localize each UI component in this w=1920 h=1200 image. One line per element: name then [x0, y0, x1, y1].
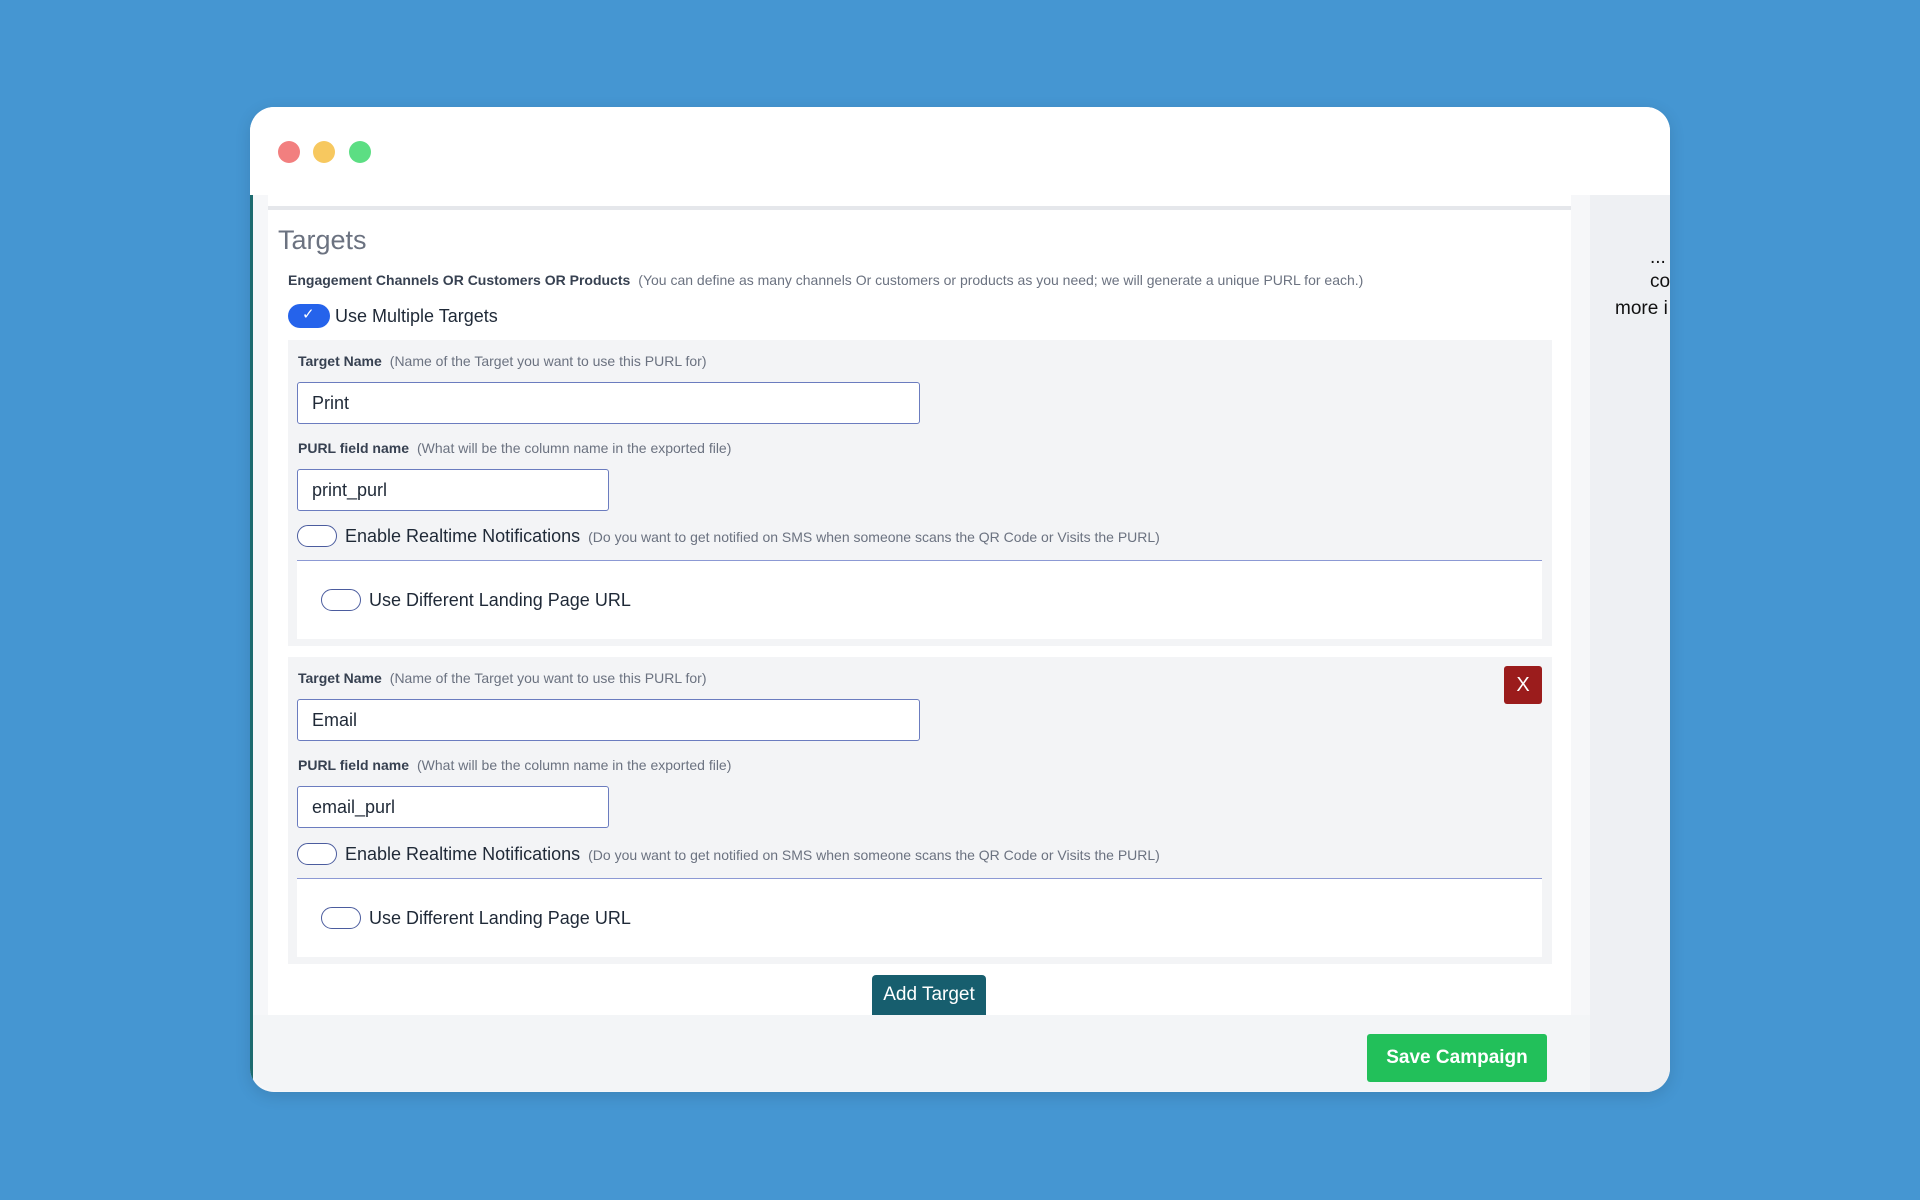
right-panel-line-2: co — [1650, 271, 1670, 292]
realtime-notifications-text: Enable Realtime Notifications — [345, 844, 581, 864]
title-bar — [250, 107, 1670, 195]
purl-field-label: PURL field name (What will be the column … — [298, 757, 731, 773]
target-name-input[interactable] — [297, 382, 920, 424]
check-icon: ✓ — [302, 305, 315, 323]
realtime-notifications-label: Enable Realtime Notifications (Do you wan… — [345, 844, 1160, 865]
target-name-label-text: Target Name — [298, 353, 382, 369]
realtime-notifications-hint: (Do you want to get notified on SMS when… — [588, 847, 1160, 863]
purl-field-label: PURL field name (What will be the column … — [298, 440, 731, 456]
realtime-notifications-text: Enable Realtime Notifications — [345, 526, 581, 546]
purl-field-hint: (What will be the column name in the exp… — [417, 440, 732, 456]
purl-field-input[interactable] — [297, 469, 609, 511]
purl-field-label-text: PURL field name — [298, 440, 409, 456]
card-top-rule — [268, 206, 1571, 210]
left-border — [250, 195, 253, 1092]
use-multiple-targets-label: Use Multiple Targets — [335, 306, 498, 326]
landing-page-box: Use Different Landing Page URL — [297, 878, 1542, 957]
save-campaign-button[interactable]: Save Campaign — [1367, 1034, 1547, 1082]
right-panel-line-1: ... — [1650, 247, 1666, 268]
realtime-notifications-hint: (Do you want to get notified on SMS when… — [588, 529, 1160, 545]
remove-target-button[interactable]: X — [1504, 666, 1542, 704]
right-panel-line-3: more i — [1615, 298, 1668, 319]
landing-page-box: Use Different Landing Page URL — [297, 560, 1542, 639]
target-block-2: Target Name (Name of the Target you want … — [288, 657, 1552, 964]
target-name-label-text: Target Name — [298, 670, 382, 686]
realtime-notifications-label: Enable Realtime Notifications (Do you wan… — [345, 526, 1160, 547]
purl-field-input[interactable] — [297, 786, 609, 828]
target-block-1: Target Name (Name of the Target you want … — [288, 340, 1552, 646]
different-landing-page-label: Use Different Landing Page URL — [369, 908, 631, 928]
different-landing-page-toggle[interactable] — [321, 907, 361, 929]
target-name-label: Target Name (Name of the Target you want … — [298, 670, 706, 686]
use-multiple-targets-toggle[interactable]: ✓ — [288, 304, 330, 328]
targets-section-label: Engagement Channels OR Customers OR Prod… — [288, 272, 1363, 288]
target-name-hint: (Name of the Target you want to use this… — [389, 353, 707, 369]
section-label-text: Engagement Channels OR Customers OR Prod… — [288, 272, 631, 288]
close-window-button[interactable] — [278, 141, 300, 163]
section-hint-text: (You can define as many channels Or cust… — [638, 272, 1364, 288]
add-target-button[interactable]: Add Target — [872, 975, 986, 1015]
different-landing-page-toggle[interactable] — [321, 589, 361, 611]
realtime-notifications-toggle[interactable] — [297, 843, 337, 865]
minimize-window-button[interactable] — [313, 141, 335, 163]
right-side-panel — [1590, 195, 1670, 1092]
targets-heading: Targets — [278, 225, 367, 255]
different-landing-page-label: Use Different Landing Page URL — [369, 590, 631, 610]
realtime-notifications-toggle[interactable] — [297, 525, 337, 547]
maximize-window-button[interactable] — [349, 141, 371, 163]
purl-field-hint: (What will be the column name in the exp… — [417, 757, 732, 773]
target-name-hint: (Name of the Target you want to use this… — [389, 670, 707, 686]
target-name-label: Target Name (Name of the Target you want … — [298, 353, 706, 369]
target-name-input[interactable] — [297, 699, 920, 741]
purl-field-label-text: PURL field name — [298, 757, 409, 773]
